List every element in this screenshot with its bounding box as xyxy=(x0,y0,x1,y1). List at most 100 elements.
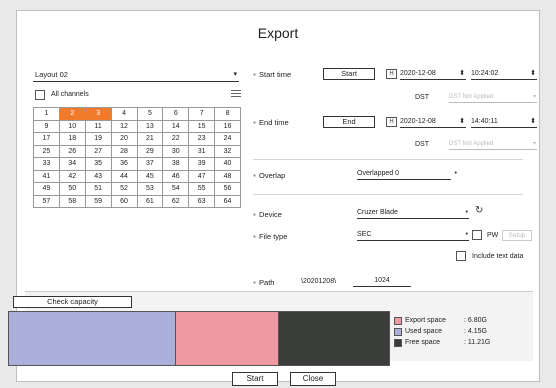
list-icon[interactable] xyxy=(231,90,241,98)
channel-cell[interactable]: 11 xyxy=(85,120,112,133)
channel-cell[interactable]: 48 xyxy=(215,170,241,183)
channel-cell[interactable]: 53 xyxy=(137,183,164,196)
channel-cell[interactable]: 34 xyxy=(59,158,86,171)
legend-used-label: Used space xyxy=(405,328,442,335)
channel-cell[interactable]: 56 xyxy=(215,183,241,196)
history-icon[interactable]: H xyxy=(386,117,397,127)
device-text: Device xyxy=(259,210,282,219)
channel-cell[interactable]: 26 xyxy=(59,145,86,158)
channel-cell[interactable]: 60 xyxy=(111,195,138,208)
channel-cell[interactable]: 17 xyxy=(34,133,60,146)
channel-cell[interactable]: 25 xyxy=(34,145,60,158)
all-channels-checkbox[interactable] xyxy=(35,90,45,100)
close-button[interactable]: Close xyxy=(290,372,336,386)
channel-cell[interactable]: 19 xyxy=(85,133,112,146)
channel-cell[interactable]: 3 xyxy=(85,108,112,121)
include-text-label: Include text data xyxy=(472,253,524,260)
channel-cell[interactable]: 5 xyxy=(137,108,164,121)
spin-icon[interactable]: ⬍ xyxy=(459,68,465,79)
channel-cell[interactable]: 32 xyxy=(215,145,241,158)
channel-cell[interactable]: 36 xyxy=(111,158,138,171)
include-text-checkbox[interactable] xyxy=(456,251,466,261)
channel-cell[interactable]: 8 xyxy=(215,108,241,121)
start-date-field[interactable]: 2020-12-08 ⬍ xyxy=(400,68,466,80)
channel-cell[interactable]: 28 xyxy=(111,145,138,158)
channel-cell[interactable]: 10 xyxy=(59,120,86,133)
layout-select[interactable]: Layout 02 ▾ xyxy=(33,69,239,82)
channel-cell[interactable]: 33 xyxy=(34,158,60,171)
path-input[interactable]: 1024 xyxy=(353,275,411,287)
channel-cell[interactable]: 52 xyxy=(111,183,138,196)
channel-cell[interactable]: 9 xyxy=(34,120,60,133)
end-time-value: 14:40:11 xyxy=(471,118,498,125)
refresh-icon[interactable]: ↻ xyxy=(475,205,483,216)
start-time-label: ● Start time xyxy=(253,70,291,79)
start-date-value: 2020-12-08 xyxy=(400,70,436,77)
channel-cell[interactable]: 15 xyxy=(189,120,216,133)
history-icon[interactable]: H xyxy=(386,69,397,79)
channel-cell[interactable]: 18 xyxy=(59,133,86,146)
channel-cell[interactable]: 16 xyxy=(215,120,241,133)
channel-cell[interactable]: 22 xyxy=(163,133,190,146)
overlap-select[interactable]: Overlapped 0 • xyxy=(357,168,457,180)
start-button-small[interactable]: Start xyxy=(323,68,375,80)
channel-cell[interactable]: 29 xyxy=(137,145,164,158)
channel-cell[interactable]: 49 xyxy=(34,183,60,196)
channel-cell[interactable]: 41 xyxy=(34,170,60,183)
channel-cell[interactable]: 35 xyxy=(85,158,112,171)
legend-free-value: : 11.21G xyxy=(464,339,491,346)
channel-cell[interactable]: 61 xyxy=(137,195,164,208)
channel-cell[interactable]: 4 xyxy=(111,108,138,121)
channel-cell[interactable]: 59 xyxy=(85,195,112,208)
channel-cell[interactable]: 44 xyxy=(111,170,138,183)
channel-cell[interactable]: 1 xyxy=(34,108,60,121)
channel-cell[interactable]: 54 xyxy=(163,183,190,196)
channel-cell[interactable]: 6 xyxy=(163,108,190,121)
channel-cell[interactable]: 43 xyxy=(85,170,112,183)
channel-cell[interactable]: 30 xyxy=(163,145,190,158)
end-date-field[interactable]: 2020-12-08 ⬍ xyxy=(400,116,466,128)
channel-cell[interactable]: 37 xyxy=(137,158,164,171)
channel-cell[interactable]: 57 xyxy=(34,195,60,208)
channel-cell[interactable]: 62 xyxy=(163,195,190,208)
channel-cell[interactable]: 64 xyxy=(215,195,241,208)
channel-cell[interactable]: 20 xyxy=(111,133,138,146)
channel-cell[interactable]: 40 xyxy=(215,158,241,171)
channel-cell[interactable]: 50 xyxy=(59,183,86,196)
channel-cell[interactable]: 58 xyxy=(59,195,86,208)
channel-cell[interactable]: 27 xyxy=(85,145,112,158)
channel-cell[interactable]: 46 xyxy=(163,170,190,183)
channel-cell[interactable]: 24 xyxy=(215,133,241,146)
file-type-select[interactable]: SEC • xyxy=(357,229,469,241)
channel-cell[interactable]: 31 xyxy=(189,145,216,158)
end-button-small[interactable]: End xyxy=(323,116,375,128)
channel-cell[interactable]: 14 xyxy=(163,120,190,133)
channel-cell[interactable]: 51 xyxy=(85,183,112,196)
channel-cell[interactable]: 47 xyxy=(189,170,216,183)
channel-cell[interactable]: 12 xyxy=(111,120,138,133)
channel-cell[interactable]: 38 xyxy=(163,158,190,171)
channel-cell[interactable]: 13 xyxy=(137,120,164,133)
channel-cell[interactable]: 42 xyxy=(59,170,86,183)
start-time-field[interactable]: 10:24:02 ⬍ xyxy=(471,68,537,80)
spin-icon[interactable]: ⬍ xyxy=(530,116,536,127)
channel-cell[interactable]: 39 xyxy=(189,158,216,171)
device-select[interactable]: Cruzer Blade • xyxy=(357,207,469,219)
channel-cell[interactable]: 2 xyxy=(59,108,86,121)
start-time-value: 10:24:02 xyxy=(471,70,499,77)
channel-cell[interactable]: 63 xyxy=(189,195,216,208)
channel-cell[interactable]: 23 xyxy=(189,133,216,146)
channel-cell[interactable]: 45 xyxy=(137,170,164,183)
check-capacity-button[interactable]: Check capacity xyxy=(13,296,132,308)
end-time-field[interactable]: 14:40:11 ⬍ xyxy=(471,116,537,128)
channel-cell[interactable]: 7 xyxy=(189,108,216,121)
spin-icon[interactable]: ⬍ xyxy=(459,116,465,127)
spin-icon[interactable]: ⬍ xyxy=(530,68,536,79)
legend-export-value: : 6.80G xyxy=(464,317,487,324)
start-export-button[interactable]: Start xyxy=(232,372,278,386)
all-channels-row: All channels xyxy=(35,89,241,103)
channel-cell[interactable]: 55 xyxy=(189,183,216,196)
pw-checkbox[interactable] xyxy=(472,230,482,240)
dropdown-caret-icon: ▾ xyxy=(532,141,536,147)
channel-cell[interactable]: 21 xyxy=(137,133,164,146)
